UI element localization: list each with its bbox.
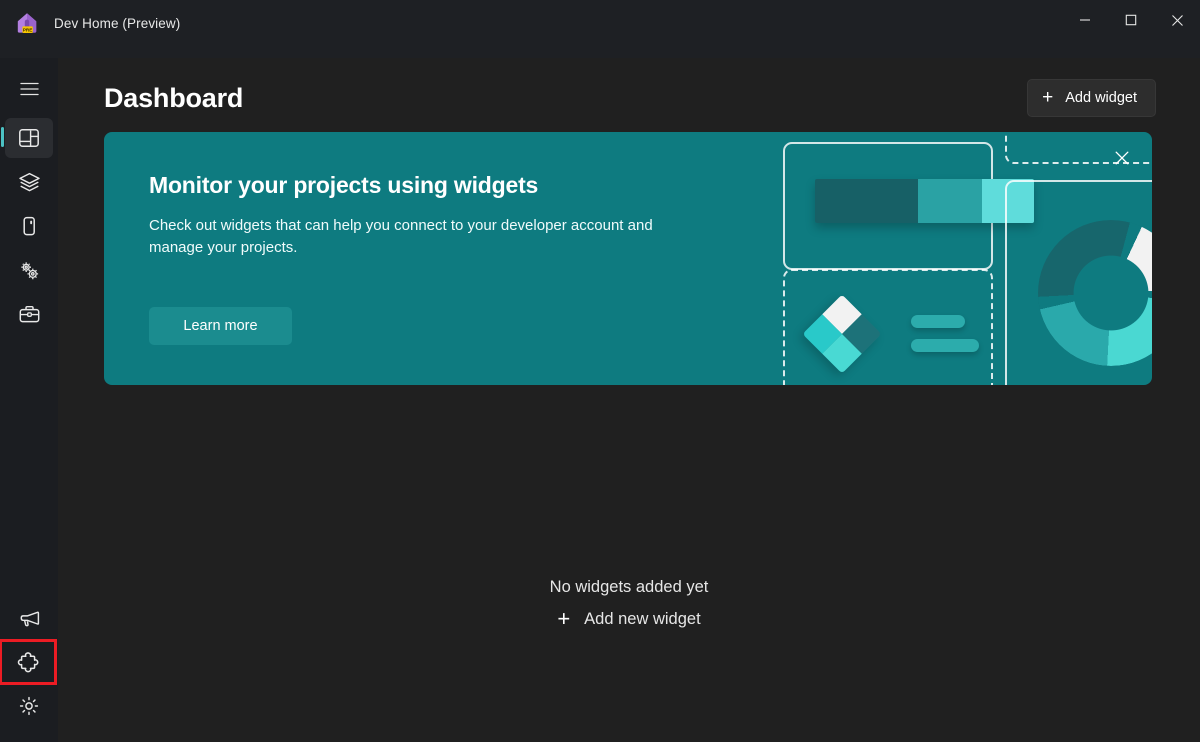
art-pill-bottom (911, 339, 979, 352)
empty-state: No widgets added yet + Add new widget (58, 578, 1200, 634)
svg-text:PRE: PRE (23, 27, 32, 32)
banner-title: Monitor your projects using widgets (149, 172, 539, 198)
add-widget-label: Add widget (1065, 90, 1137, 106)
promo-banner: Monitor your projects using widgets Chec… (104, 132, 1152, 385)
art-widget-frame-empty-top (1005, 132, 1152, 164)
sidebar-bottom-group (0, 594, 58, 742)
hamburger-icon (19, 82, 39, 96)
banner-illustration (677, 132, 1152, 385)
sidebar-item-settings[interactable] (5, 686, 53, 726)
sidebar-item-extensions[interactable] (0, 639, 57, 685)
add-new-widget-button[interactable]: + Add new widget (549, 605, 708, 634)
add-new-widget-label: Add new widget (584, 610, 701, 628)
banner-subtitle: Check out widgets that can help you conn… (149, 217, 653, 257)
art-bar-segment-mid (918, 179, 982, 223)
dev-home-window: PRE Dev Home (Preview) Dashboard + Add w… (0, 0, 1200, 742)
briefcase-icon (18, 303, 41, 326)
sidebar-item-dashboard[interactable] (1, 118, 53, 158)
window-controls (1062, 0, 1200, 40)
close-button[interactable] (1154, 0, 1200, 40)
titlebar-left: PRE Dev Home (Preview) (0, 0, 180, 46)
learn-more-button[interactable]: Learn more (149, 307, 292, 345)
sidebar-item-machine-configuration[interactable] (5, 162, 53, 202)
empty-state-message: No widgets added yet (549, 578, 709, 596)
plus-icon: + (557, 606, 571, 631)
sidebar (0, 58, 58, 742)
gears-icon (18, 259, 41, 282)
dev-home-icon: PRE (14, 10, 40, 36)
sidebar-item-environments[interactable] (5, 206, 53, 246)
add-widget-button[interactable]: + Add widget (1027, 79, 1156, 117)
page-header: Dashboard + Add widget (104, 68, 1156, 128)
titlebar: PRE Dev Home (Preview) (0, 0, 1200, 58)
device-icon (18, 215, 40, 237)
dashboard-icon (18, 127, 40, 149)
sidebar-item-navigation-menu[interactable] (5, 69, 53, 109)
maximize-button[interactable] (1108, 0, 1154, 40)
sidebar-item-toolbox[interactable] (5, 294, 53, 334)
sidebar-item-feedback[interactable] (5, 598, 53, 638)
layers-icon (18, 171, 41, 194)
art-bar-segment-dark (815, 179, 918, 223)
sidebar-top-group (0, 58, 58, 338)
main-content: Dashboard + Add widget Monitor your proj… (58, 58, 1200, 742)
art-bar-graphic (815, 179, 1034, 223)
plus-icon: + (1042, 87, 1054, 108)
page-title: Dashboard (104, 82, 244, 113)
banner-text-block: Monitor your projects using widgets Chec… (149, 172, 689, 259)
minimize-button[interactable] (1062, 0, 1108, 40)
megaphone-icon (18, 607, 41, 630)
puzzle-piece-icon (17, 651, 39, 673)
window-title: Dev Home (Preview) (54, 15, 181, 31)
art-pill-top (911, 315, 965, 328)
gear-icon (18, 695, 40, 717)
sidebar-item-utilities[interactable] (5, 250, 53, 290)
